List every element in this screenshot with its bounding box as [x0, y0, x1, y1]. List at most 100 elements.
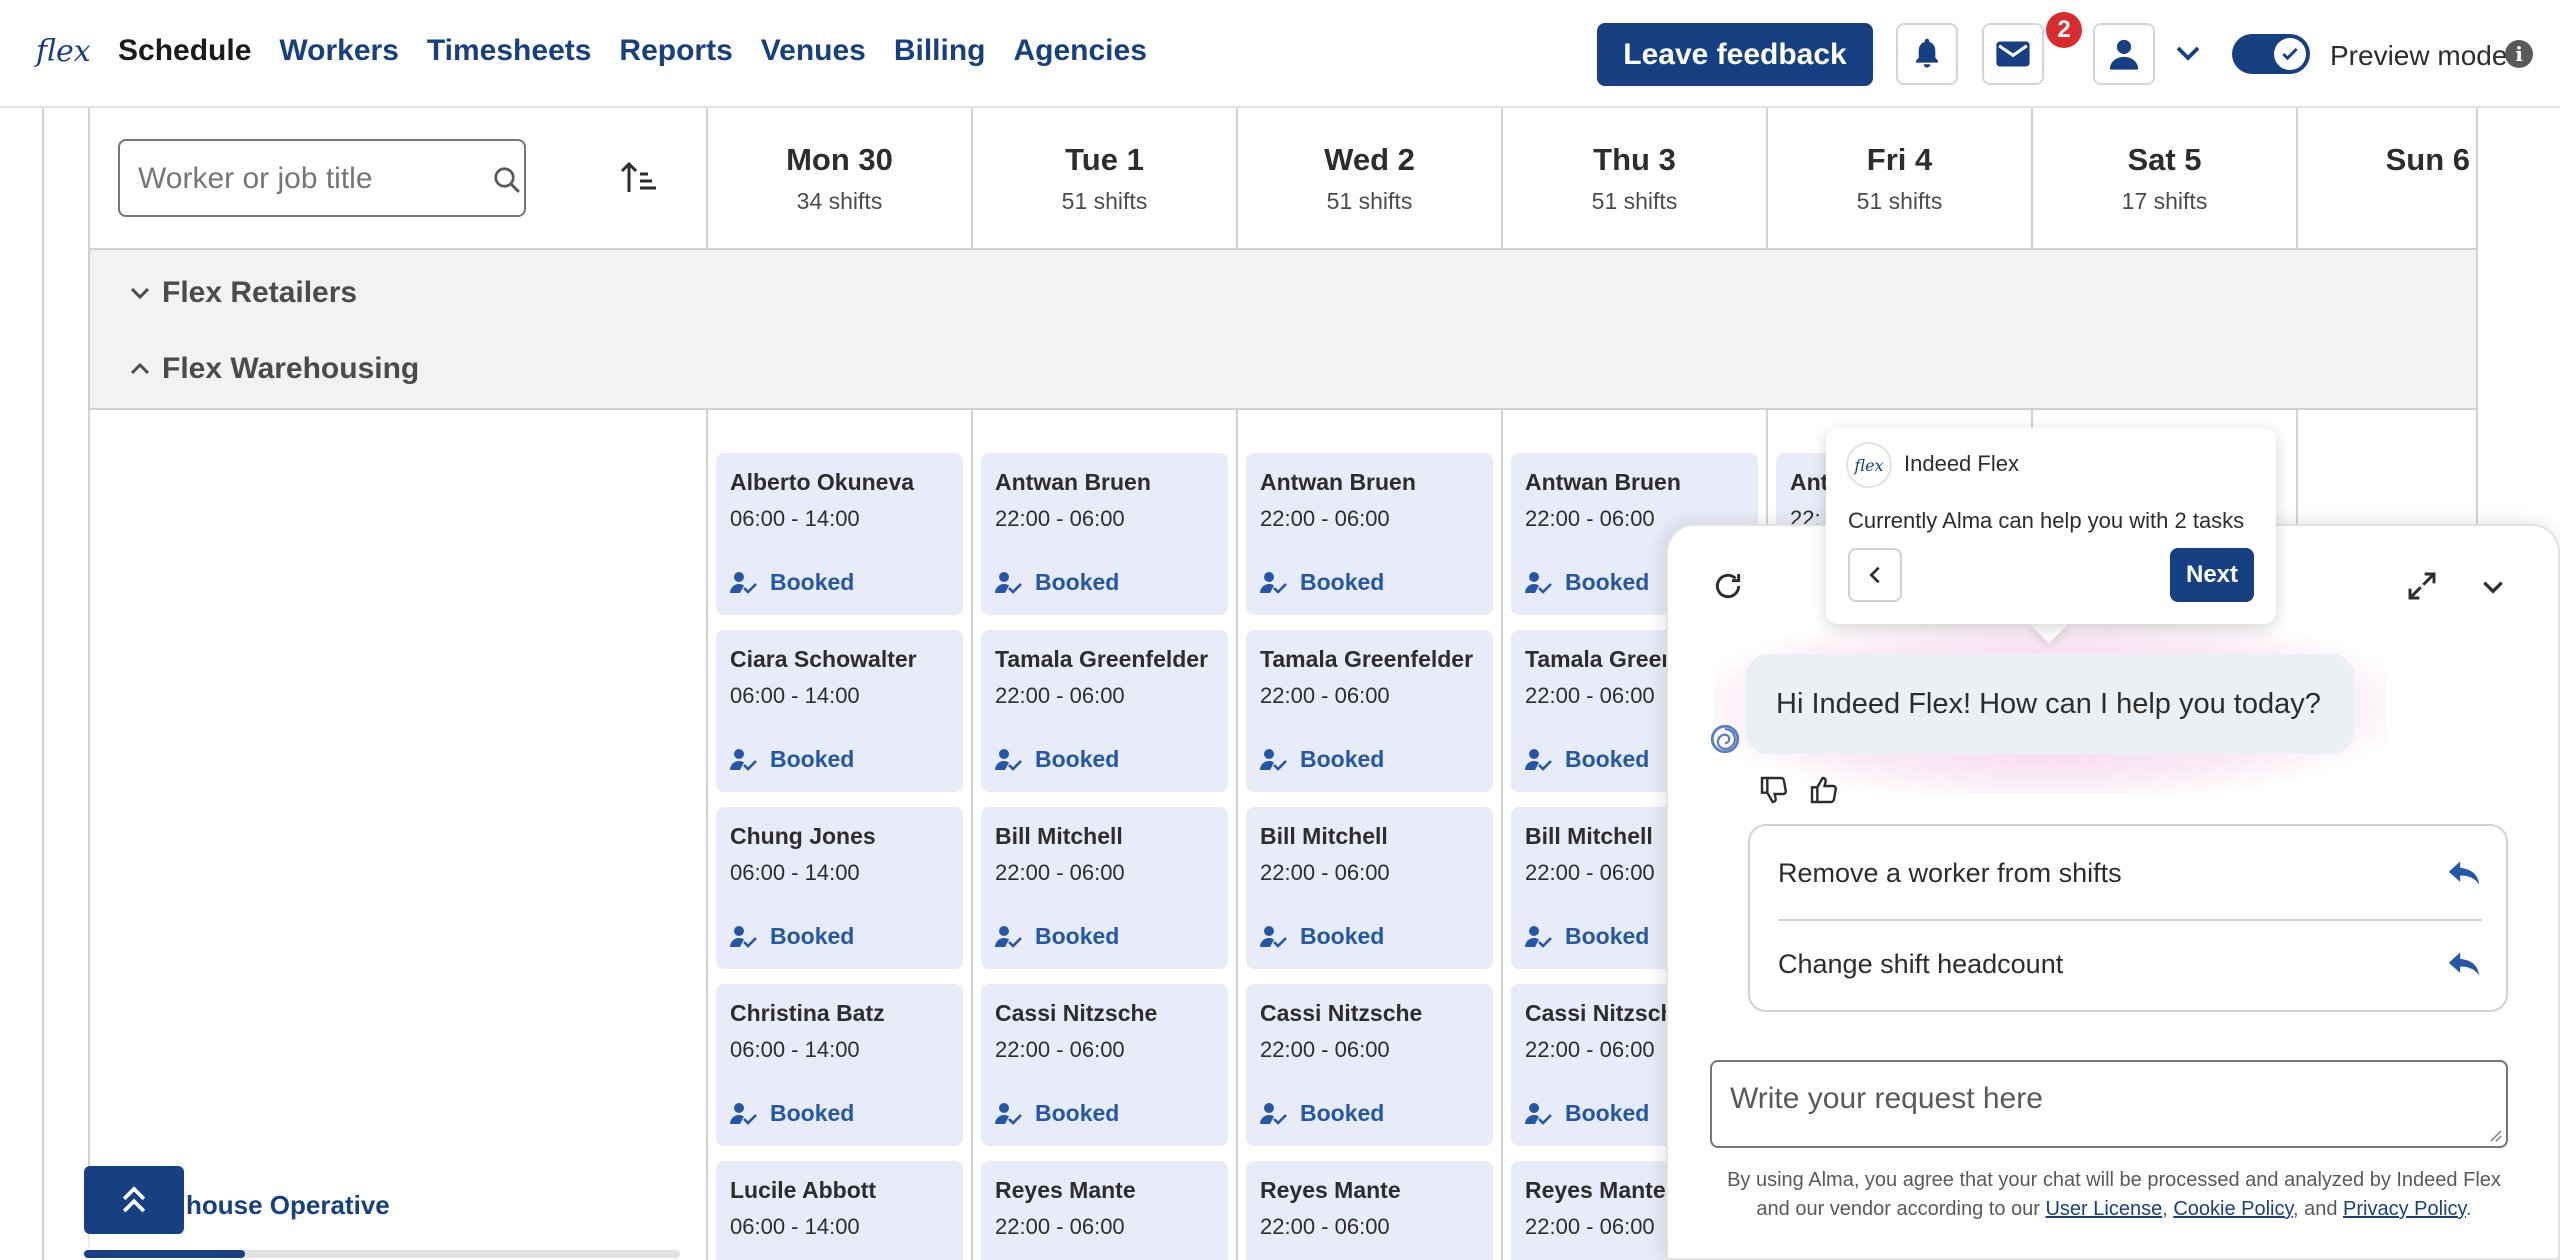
column-divider [1501, 410, 1503, 1260]
shift-card[interactable]: Antwan Bruen 22:00 - 06:00 Booked [981, 453, 1228, 615]
shift-time: 06:00 - 14:00 [730, 860, 860, 885]
search-icon[interactable] [492, 165, 522, 195]
shift-status-label: Booked [1565, 569, 1650, 595]
nav-links: Schedule Workers Timesheets Reports Venu… [118, 34, 1147, 68]
shift-status: Booked [1525, 746, 1649, 773]
nav-link-timesheets[interactable]: Timesheets [427, 34, 592, 68]
column-divider [1236, 410, 1238, 1260]
day-shift-count: 34 shifts [796, 188, 883, 214]
tooltip-back-button[interactable] [1848, 548, 1902, 602]
nav-link-workers[interactable]: Workers [279, 34, 399, 68]
messages-button[interactable] [1982, 23, 2044, 85]
day-name: Mon 30 [786, 142, 893, 177]
shift-status-label: Booked [1565, 923, 1650, 949]
shift-card[interactable]: Alberto Okuneva 06:00 - 14:00 Booked [716, 453, 963, 615]
day-name: Tue 1 [1065, 142, 1144, 177]
shift-card[interactable]: Reyes Mante 22:00 - 06:00 [981, 1161, 1228, 1260]
chevron-down-icon[interactable] [2480, 574, 2506, 600]
day-shift-count: 51 shifts [1856, 188, 1943, 214]
booked-worker-icon [730, 925, 757, 948]
check-icon [2282, 47, 2298, 61]
message-count-badge: 2 [2046, 12, 2082, 48]
shift-card[interactable]: Cassi Nitzsche 22:00 - 06:00 Booked [981, 984, 1228, 1146]
shift-card[interactable]: Tamala Greenfelder 22:00 - 06:00 Booked [981, 630, 1228, 792]
alma-chat-panel: Hi Indeed Flex! How can I help you today… [1666, 524, 2560, 1260]
chat-disclaimer: By using Alma, you agree that your chat … [1704, 1166, 2524, 1224]
chat-request-input[interactable] [1730, 1082, 2470, 1132]
notifications-button[interactable] [1896, 23, 1958, 85]
shift-card[interactable]: Antwan Bruen 22:00 - 06:00 Booked [1246, 453, 1493, 615]
privacy-policy-link[interactable]: Privacy Policy [2343, 1198, 2466, 1220]
nav-link-venues[interactable]: Venues [761, 34, 866, 68]
day-name: Sun 6 [2385, 142, 2470, 177]
task-change-headcount[interactable]: Change shift headcount [1778, 921, 2482, 1007]
shift-card[interactable]: Ciara Schowalter 06:00 - 14:00 Booked [716, 630, 963, 792]
nav-link-schedule[interactable]: Schedule [118, 34, 251, 68]
scroll-to-top-button[interactable] [84, 1166, 184, 1234]
group-name: Flex Retailers [162, 276, 358, 309]
info-icon[interactable]: i [2505, 40, 2533, 68]
nav-link-reports[interactable]: Reports [619, 34, 732, 68]
shift-card[interactable]: Lucile Abbott 06:00 - 14:00 [716, 1161, 963, 1260]
resize-grip-icon[interactable] [2486, 1126, 2502, 1142]
shift-worker-name: Tamala Greenfelder [1260, 646, 1474, 672]
account-button[interactable] [2093, 23, 2155, 85]
nav-link-billing[interactable]: Billing [894, 34, 986, 68]
scrollbar-thumb[interactable] [84, 1250, 245, 1258]
shift-card[interactable]: Cassi Nitzsche 22:00 - 06:00 Booked [1246, 984, 1493, 1146]
worker-search-field[interactable] [118, 139, 526, 217]
shift-status-label: Booked [1300, 1100, 1385, 1126]
shift-time: 06:00 - 14:00 [730, 506, 860, 531]
day-header-tue: Tue 1 51 shifts [971, 108, 1236, 250]
shift-time: 06:00 - 14:00 [730, 1214, 860, 1239]
tooltip-next-button[interactable]: Next [2170, 548, 2254, 602]
shift-worker-name: Chung Jones [730, 823, 876, 849]
shift-status: Booked [995, 923, 1119, 950]
shift-card[interactable]: Bill Mitchell 22:00 - 06:00 Booked [1246, 807, 1493, 969]
venue-groups: Flex Retailers Flex Warehousing [90, 250, 2476, 410]
shift-status-label: Booked [1035, 569, 1120, 595]
shift-status-label: Booked [1035, 1100, 1120, 1126]
task-remove-worker[interactable]: Remove a worker from shifts [1778, 830, 2482, 916]
thumbs-down-icon[interactable] [1758, 774, 1790, 806]
group-flex-retailers[interactable]: Flex Retailers [128, 276, 357, 310]
sort-icon[interactable] [620, 160, 660, 194]
user-license-link[interactable]: User License [2045, 1198, 2162, 1220]
double-chevron-up-icon [122, 1186, 146, 1213]
shift-worker-name: Antwan Bruen [1260, 469, 1416, 495]
shift-worker-name: Christina Batz [730, 1000, 885, 1026]
shift-worker-name: Bill Mitchell [1260, 823, 1388, 849]
cookie-policy-link[interactable]: Cookie Policy [2173, 1198, 2293, 1220]
mail-icon [1996, 41, 2030, 67]
shift-time: 22:00 - 06:00 [1260, 683, 1390, 708]
shift-card[interactable]: Bill Mitchell 22:00 - 06:00 Booked [981, 807, 1228, 969]
preview-mode-toggle[interactable] [2232, 34, 2310, 74]
group-flex-warehousing[interactable]: Flex Warehousing [128, 352, 419, 386]
schedule-header: Mon 30 34 shifts Tue 1 51 shifts Wed 2 5… [90, 108, 2476, 250]
shift-status-label: Booked [1035, 923, 1120, 949]
search-input[interactable] [138, 159, 438, 199]
chevron-down-icon[interactable] [2173, 38, 2203, 68]
horizontal-scrollbar[interactable] [84, 1250, 680, 1258]
shift-status: Booked [995, 569, 1119, 596]
nav-link-agencies[interactable]: Agencies [1014, 34, 1147, 68]
shift-status: Booked [730, 1100, 854, 1127]
refresh-icon[interactable] [1712, 570, 1744, 602]
flex-logo[interactable]: flex [36, 34, 91, 69]
shift-card[interactable]: Christina Batz 06:00 - 14:00 Booked [716, 984, 963, 1146]
expand-icon[interactable] [2406, 570, 2438, 602]
shift-time: 22:00 - 06:00 [995, 860, 1125, 885]
shift-card[interactable]: Chung Jones 06:00 - 14:00 Booked [716, 807, 963, 969]
shift-status-label: Booked [770, 569, 855, 595]
chevron-up-icon [130, 362, 150, 375]
shift-card[interactable]: Reyes Mante 22:00 - 06:00 [1246, 1161, 1493, 1260]
thumbs-up-icon[interactable] [1808, 774, 1840, 806]
shift-time: 22:00 - 06:00 [1260, 1037, 1390, 1062]
shift-time: 22:00 - 06:00 [1260, 860, 1390, 885]
chat-request-field[interactable] [1710, 1060, 2508, 1148]
shift-card[interactable]: Tamala Greenfelder 22:00 - 06:00 Booked [1246, 630, 1493, 792]
day-shift-count: 51 shifts [1591, 188, 1678, 214]
leave-feedback-button[interactable]: Leave feedback [1597, 23, 1873, 86]
booked-worker-icon [730, 571, 757, 594]
shift-worker-name: Lucile Abbott [730, 1177, 877, 1203]
